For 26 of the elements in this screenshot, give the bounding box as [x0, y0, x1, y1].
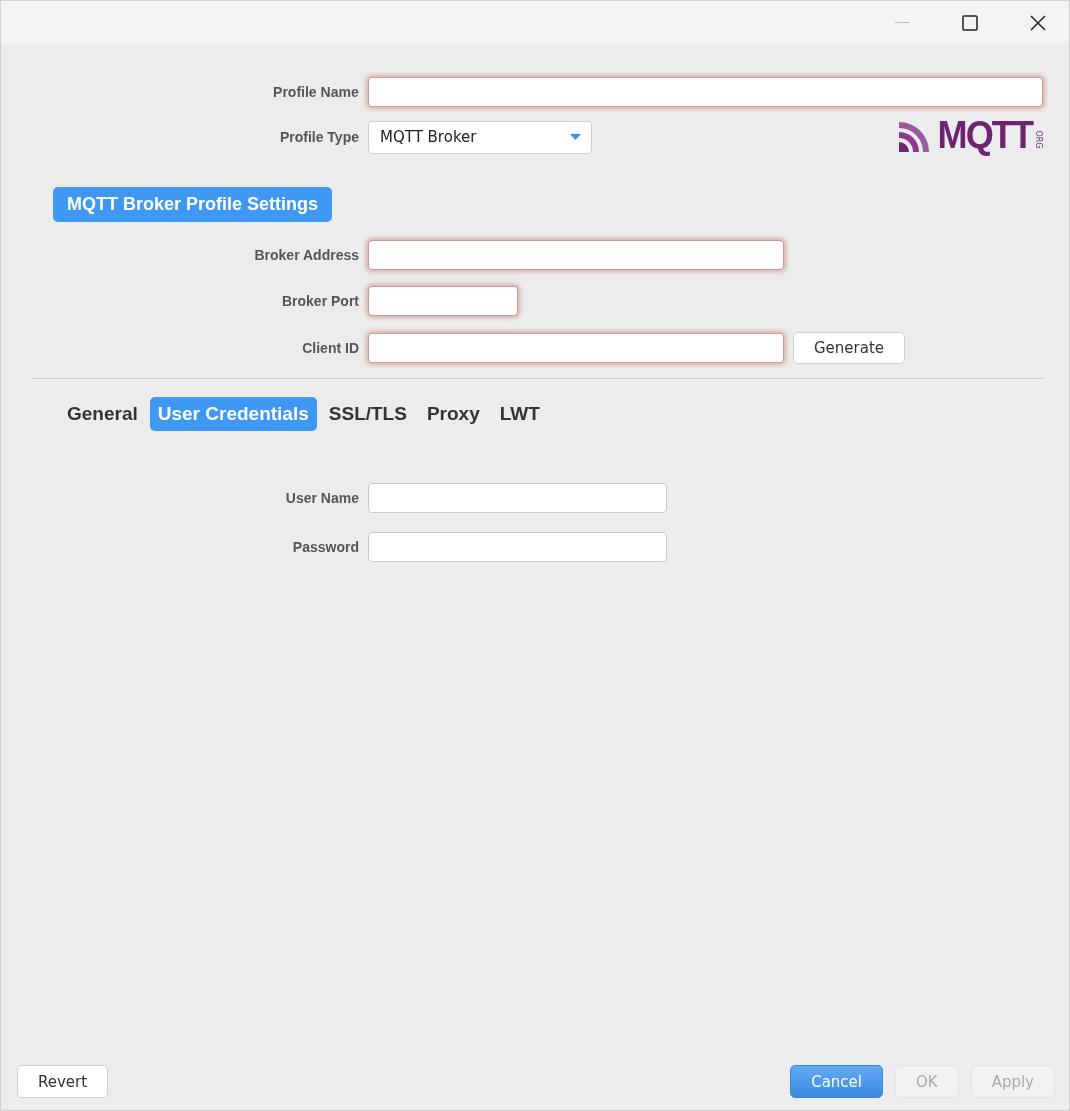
dialog-button[interactable]: Revert: [17, 1065, 109, 1098]
field-label: Client ID: [301, 340, 359, 356]
section-title: MQTT Broker Profile Settings: [53, 187, 333, 222]
field-label: Broker Address: [253, 247, 359, 263]
field-label: Profile Type: [278, 129, 359, 145]
tab[interactable]: SSL/TLS: [320, 397, 415, 431]
input-field[interactable]: [367, 77, 1043, 107]
input-field[interactable]: [368, 532, 667, 562]
field-label: Profile Name: [272, 84, 359, 100]
tab[interactable]: General: [59, 397, 146, 431]
dropdown-arrow-icon: [570, 134, 581, 140]
tab[interactable]: Proxy: [418, 397, 488, 431]
mqtt-logo: MQTT ORG: [899, 116, 1043, 154]
maximize-icon: [962, 14, 978, 31]
input-field[interactable]: [368, 286, 518, 316]
input-field[interactable]: [368, 483, 667, 513]
tab[interactable]: LWT: [491, 397, 548, 431]
close-icon: [1030, 14, 1046, 31]
input-field[interactable]: [368, 240, 784, 270]
input-field[interactable]: [368, 333, 784, 363]
minimize-icon: [895, 21, 909, 24]
field-label: User Name: [284, 490, 359, 506]
field-label: Password: [291, 539, 359, 555]
field-label: Broker Port: [280, 293, 359, 309]
profile-type-select[interactable]: MQTT Broker: [368, 120, 592, 154]
generate-button[interactable]: Generate: [793, 332, 906, 364]
